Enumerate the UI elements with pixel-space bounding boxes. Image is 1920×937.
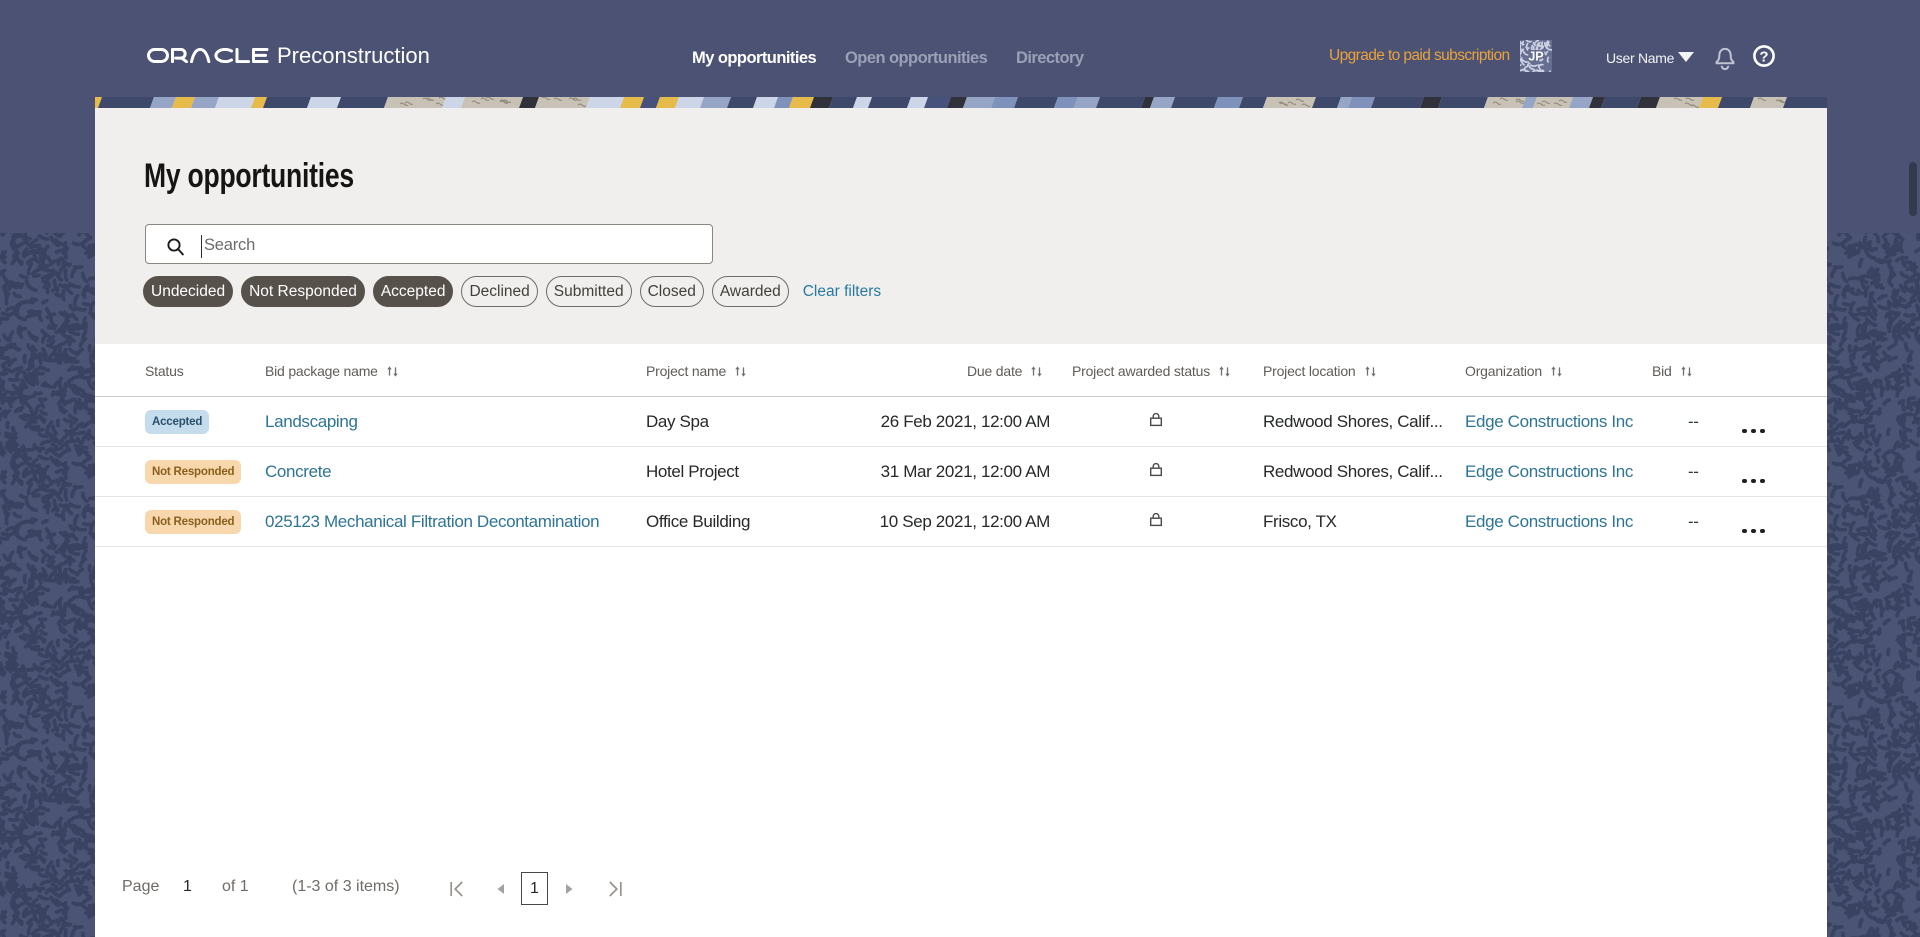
svg-text:?: ? [1759, 48, 1768, 65]
svg-text:JP: JP [1528, 50, 1543, 64]
